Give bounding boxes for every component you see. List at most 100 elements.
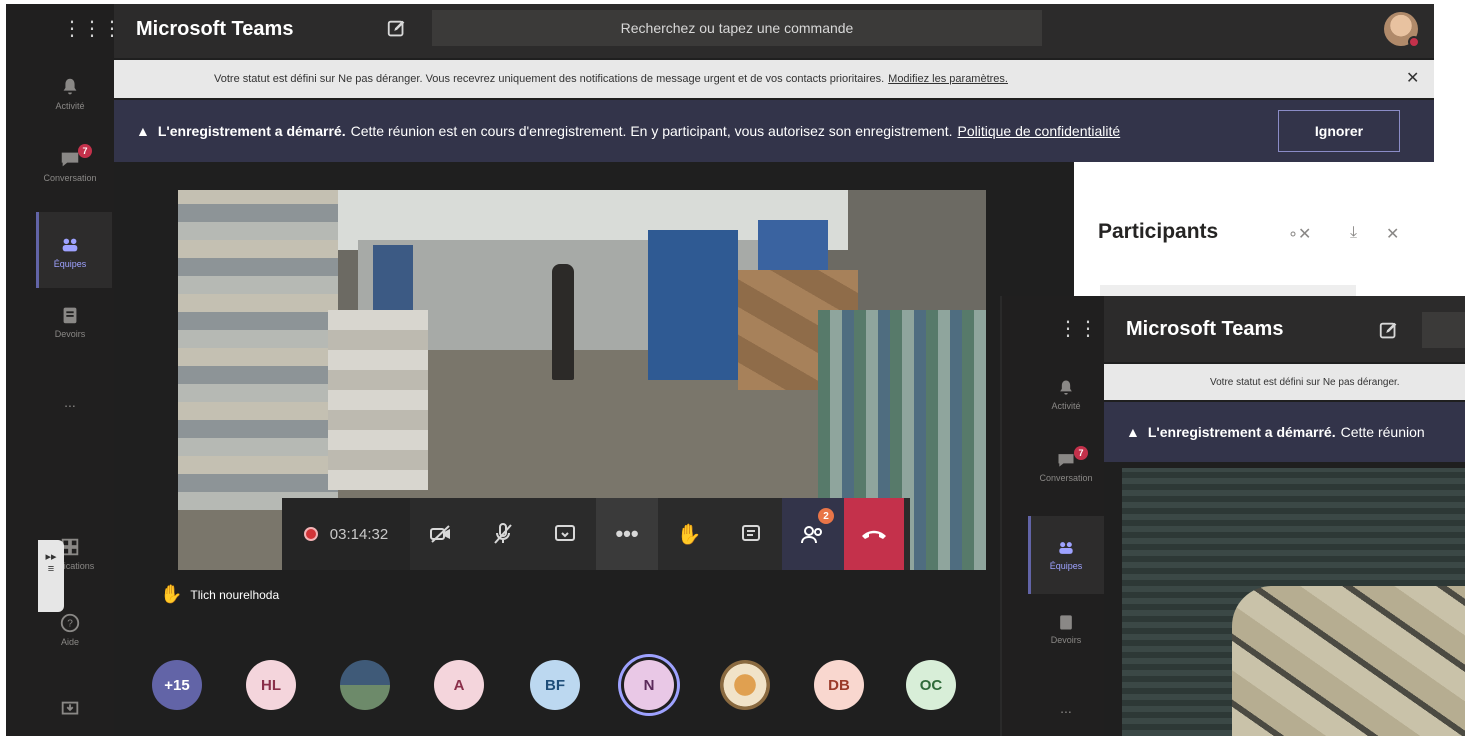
overlay-warning-icon: ▲ bbox=[1126, 424, 1140, 440]
camera-off-icon bbox=[430, 525, 450, 543]
participant-initials: OC bbox=[919, 676, 943, 694]
participant-avatar[interactable]: DB bbox=[814, 660, 864, 710]
overlay-recording-text: Cette réunion bbox=[1340, 424, 1425, 440]
overlay-rail-label: Activité bbox=[1051, 401, 1081, 411]
microphone-button[interactable] bbox=[472, 498, 534, 570]
ignore-button[interactable]: Ignorer bbox=[1278, 110, 1400, 152]
more-icon: ... bbox=[1060, 700, 1072, 716]
chat-button[interactable] bbox=[720, 498, 782, 570]
assignments-icon bbox=[1060, 615, 1072, 630]
user-avatar[interactable] bbox=[1384, 12, 1420, 48]
teams-icon bbox=[1059, 542, 1073, 554]
participant-avatar[interactable]: OC bbox=[906, 660, 956, 710]
overlay-rail-item-teams[interactable]: Équipes bbox=[1028, 538, 1104, 571]
overlay-rail-label: Équipes bbox=[1049, 561, 1083, 571]
download-attendance-icon[interactable]: ⤓ bbox=[1350, 224, 1357, 242]
participant-overflow[interactable]: +15 bbox=[152, 660, 202, 710]
participant-initials: BF bbox=[545, 676, 565, 694]
close-icon[interactable]: ✕ bbox=[1406, 68, 1449, 88]
rail-label-teams: Équipes bbox=[53, 259, 87, 269]
overlay-rail-item-more[interactable]: ... bbox=[1028, 700, 1104, 716]
chat-icon bbox=[1058, 454, 1074, 467]
mic-off-icon bbox=[494, 523, 512, 544]
overlay-rail-item-activity[interactable]: Activité bbox=[1028, 378, 1104, 411]
privacy-policy-link[interactable]: Politique de confidentialité bbox=[958, 123, 1121, 139]
call-controls: 03:14:32 ••• ✋ 2 bbox=[282, 498, 910, 570]
raised-hand-name: Tlich nourelhoda bbox=[190, 587, 280, 602]
bell-icon bbox=[1060, 380, 1072, 395]
participant-avatar[interactable]: A bbox=[434, 660, 484, 710]
close-panel-icon[interactable]: ✕ bbox=[1386, 224, 1399, 244]
dnd-status-icon bbox=[1408, 36, 1420, 48]
download-icon bbox=[61, 701, 79, 715]
overlay-notification-bar: Votre statut est défini sur Ne pas déran… bbox=[1104, 364, 1465, 400]
overlay-rail-label: Devoirs bbox=[1050, 635, 1082, 645]
share-screen-button[interactable] bbox=[534, 498, 596, 570]
bell-icon bbox=[63, 78, 77, 95]
rail-item-help[interactable]: ? Aide bbox=[30, 612, 110, 647]
teams-icon bbox=[62, 238, 78, 252]
status-notification-bar: Votre statut est défini sur Ne pas déran… bbox=[114, 60, 1434, 98]
raised-hand-indicator: ✋ Tlich nourelhoda bbox=[160, 584, 279, 605]
overlay-rail-item-assignments[interactable]: Devoirs bbox=[1028, 612, 1104, 645]
app-launcher-icon[interactable]: ⋮⋮⋮ bbox=[62, 18, 122, 40]
warning-icon: ▲ bbox=[136, 123, 150, 139]
participant-initials: HL bbox=[261, 676, 281, 694]
recording-banner-text: Cette réunion est en cours d'enregistrem… bbox=[350, 123, 953, 139]
participant-avatar-speaking[interactable]: N bbox=[624, 660, 674, 710]
search-input[interactable]: Recherchez ou tapez une commande bbox=[432, 10, 1042, 46]
share-screen-icon bbox=[555, 525, 575, 541]
more-icon: ... bbox=[64, 394, 76, 410]
hang-up-icon bbox=[862, 530, 886, 539]
overlay-rail-item-chat[interactable]: Conversation 7 bbox=[1028, 446, 1104, 483]
participant-avatar[interactable]: BF bbox=[530, 660, 580, 710]
camera-button[interactable] bbox=[410, 498, 472, 570]
rail-item-teams[interactable]: Équipes bbox=[30, 234, 110, 269]
chat-icon bbox=[742, 525, 760, 541]
participant-initials: A bbox=[453, 676, 465, 694]
participant-avatar[interactable]: HL bbox=[246, 660, 296, 710]
recording-banner-title: L'enregistrement a démarré. bbox=[157, 123, 346, 139]
overlay-video-content bbox=[1232, 586, 1465, 736]
overlay-recording-title: L'enregistrement a démarré. bbox=[1147, 424, 1336, 440]
overlay-chat-badge: 7 bbox=[1074, 446, 1088, 460]
rail-item-activity[interactable]: Activité bbox=[30, 76, 110, 111]
hang-up-button[interactable] bbox=[844, 498, 904, 570]
raise-hand-button[interactable]: ✋ bbox=[658, 498, 720, 570]
recording-dot-icon bbox=[303, 527, 318, 541]
overlay-teams-window: ⋮⋮⋮ Microsoft Teams Votre statut est déf… bbox=[1000, 296, 1465, 736]
rail-item-more[interactable]: ... bbox=[30, 394, 110, 410]
recording-banner: ▲ L'enregistrement a démarré. Cette réun… bbox=[114, 100, 1434, 162]
rail-label-assignments: Devoirs bbox=[54, 329, 86, 339]
participant-initials: DB bbox=[828, 676, 850, 694]
mute-all-icon[interactable]: ∘✕ bbox=[1288, 224, 1311, 244]
svg-text:?: ? bbox=[67, 619, 73, 630]
raised-hand-icon: ✋ bbox=[160, 584, 183, 604]
rail-label-help: Aide bbox=[60, 637, 79, 647]
status-notification-text: Votre statut est défini sur Ne pas déran… bbox=[214, 73, 885, 85]
chat-badge: 7 bbox=[78, 144, 92, 158]
help-icon: ? bbox=[60, 613, 80, 633]
participant-photo-avatar[interactable] bbox=[340, 660, 390, 710]
participants-button[interactable]: 2 bbox=[782, 498, 844, 570]
expand-panel-tab[interactable]: ▸▸ ≡ bbox=[38, 540, 64, 612]
app-title: Microsoft Teams bbox=[136, 18, 294, 40]
modify-settings-link[interactable]: Modifiez les paramètres. bbox=[888, 73, 1008, 85]
rail-label-activity: Activité bbox=[55, 101, 85, 111]
overlay-search-input[interactable] bbox=[1422, 312, 1465, 348]
rail-label-chat: Conversation bbox=[43, 173, 97, 183]
more-actions-button[interactable]: ••• bbox=[596, 498, 658, 570]
compose-icon[interactable] bbox=[386, 18, 408, 40]
rail-item-download[interactable] bbox=[30, 698, 110, 723]
people-icon bbox=[801, 526, 822, 544]
ellipsis-icon: ••• bbox=[615, 521, 639, 546]
rail-item-assignments[interactable]: Devoirs bbox=[30, 304, 110, 339]
participant-initials: +15 bbox=[164, 676, 190, 694]
rail-item-chat[interactable]: Conversation 7 bbox=[30, 144, 110, 183]
overlay-recording-banner: ▲ L'enregistrement a démarré. Cette réun… bbox=[1104, 402, 1465, 462]
overlay-compose-icon[interactable] bbox=[1378, 320, 1400, 342]
call-timer-text: 03:14:32 bbox=[329, 525, 389, 543]
participant-photo-avatar[interactable] bbox=[720, 660, 770, 710]
overlay-rail-label: Conversation bbox=[1039, 473, 1093, 483]
participant-initials: N bbox=[643, 676, 655, 694]
